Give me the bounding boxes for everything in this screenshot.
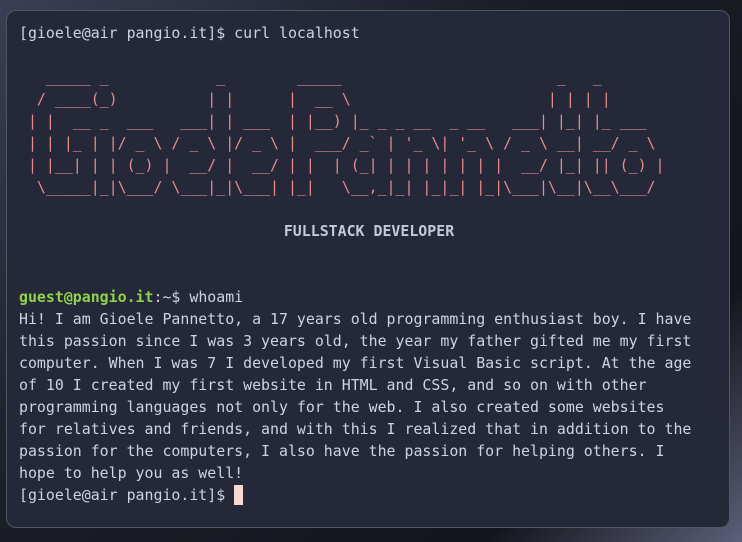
command-output: Hi! I am Gioele Pannetto, a 17 years old… bbox=[19, 310, 692, 482]
command-line-1: [gioele@air pangio.it]$ curl localhost bbox=[19, 22, 729, 44]
guest-user: guest@pangio.it bbox=[19, 288, 154, 306]
input-line[interactable]: [gioele@air pangio.it]$ bbox=[19, 484, 729, 506]
command-text: whoami bbox=[189, 288, 244, 306]
cursor bbox=[234, 485, 244, 505]
subtitle: FULLSTACK DEVELOPER bbox=[283, 222, 455, 240]
prompt: [gioele@air pangio.it]$ bbox=[19, 24, 235, 42]
command-line-2: guest@pangio.it:~$ whoami bbox=[19, 286, 729, 308]
terminal-window[interactable]: [gioele@air pangio.it]$ curl localhost _… bbox=[6, 10, 730, 528]
prompt-separator: :~$ bbox=[153, 288, 190, 306]
command-text: curl localhost bbox=[234, 24, 360, 42]
ascii-art-banner: _____ _ _ _____ _ _ / ____(_) | | | __ \… bbox=[27, 68, 665, 196]
prompt: [gioele@air pangio.it]$ bbox=[19, 486, 235, 504]
